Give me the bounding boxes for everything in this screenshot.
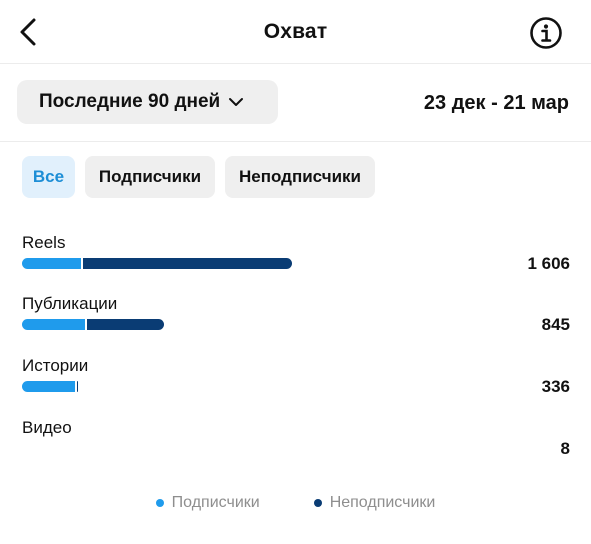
- legend: Подписчики Неподписчики: [0, 494, 591, 512]
- filter-chip-non-followers[interactable]: Неподписчики: [225, 156, 375, 198]
- metric-bar: [22, 319, 165, 330]
- header: Охват: [0, 0, 591, 64]
- followers-bar-segment: [22, 258, 82, 269]
- followers-bar-segment: [22, 319, 85, 330]
- audience-filters: Все Подписчики Неподписчики: [22, 156, 375, 198]
- metric-row-reels: Reels 1 606: [22, 233, 570, 283]
- metric-row-stories: Истории 336: [22, 356, 570, 406]
- metric-bar: [22, 381, 79, 392]
- period-row: Последние 90 дней 23 дек - 21 мар: [0, 64, 591, 142]
- metric-value: 845: [541, 315, 570, 334]
- metric-value: 336: [541, 377, 570, 396]
- period-dropdown[interactable]: Последние 90 дней: [17, 80, 278, 124]
- metric-row-video: Видео 8: [22, 418, 570, 468]
- metric-row-posts: Публикации 845: [22, 294, 570, 344]
- non-followers-dot-icon: [313, 499, 322, 507]
- info-button[interactable]: [529, 16, 563, 50]
- legend-label-non-followers: Неподписчики: [329, 494, 436, 511]
- filter-chip-all[interactable]: Все: [22, 156, 75, 198]
- metric-label: Истории: [22, 356, 89, 375]
- legend-item-non-followers: Неподписчики: [313, 494, 436, 512]
- date-range: 23 дек - 21 мар: [423, 92, 569, 114]
- non-followers-bar-segment: [76, 381, 79, 392]
- info-circle-icon: [530, 17, 562, 49]
- metric-bar: [22, 258, 292, 269]
- legend-item-followers: Подписчики: [155, 494, 260, 512]
- metric-label: Публикации: [22, 294, 118, 313]
- metric-label: Reels: [22, 233, 66, 252]
- chevron-down-icon: [228, 97, 244, 107]
- legend-label-followers: Подписчики: [171, 494, 260, 511]
- page-title: Охват: [263, 20, 328, 43]
- metric-label: Видео: [22, 418, 72, 437]
- filter-chip-followers[interactable]: Подписчики: [85, 156, 215, 198]
- period-dropdown-label: Последние 90 дней: [39, 91, 221, 112]
- non-followers-bar-segment: [83, 258, 292, 269]
- followers-bar-segment: [22, 381, 75, 392]
- non-followers-bar-segment: [86, 319, 165, 330]
- metric-value: 8: [560, 439, 570, 458]
- metric-value: 1 606: [527, 254, 570, 273]
- followers-dot-icon: [155, 499, 164, 507]
